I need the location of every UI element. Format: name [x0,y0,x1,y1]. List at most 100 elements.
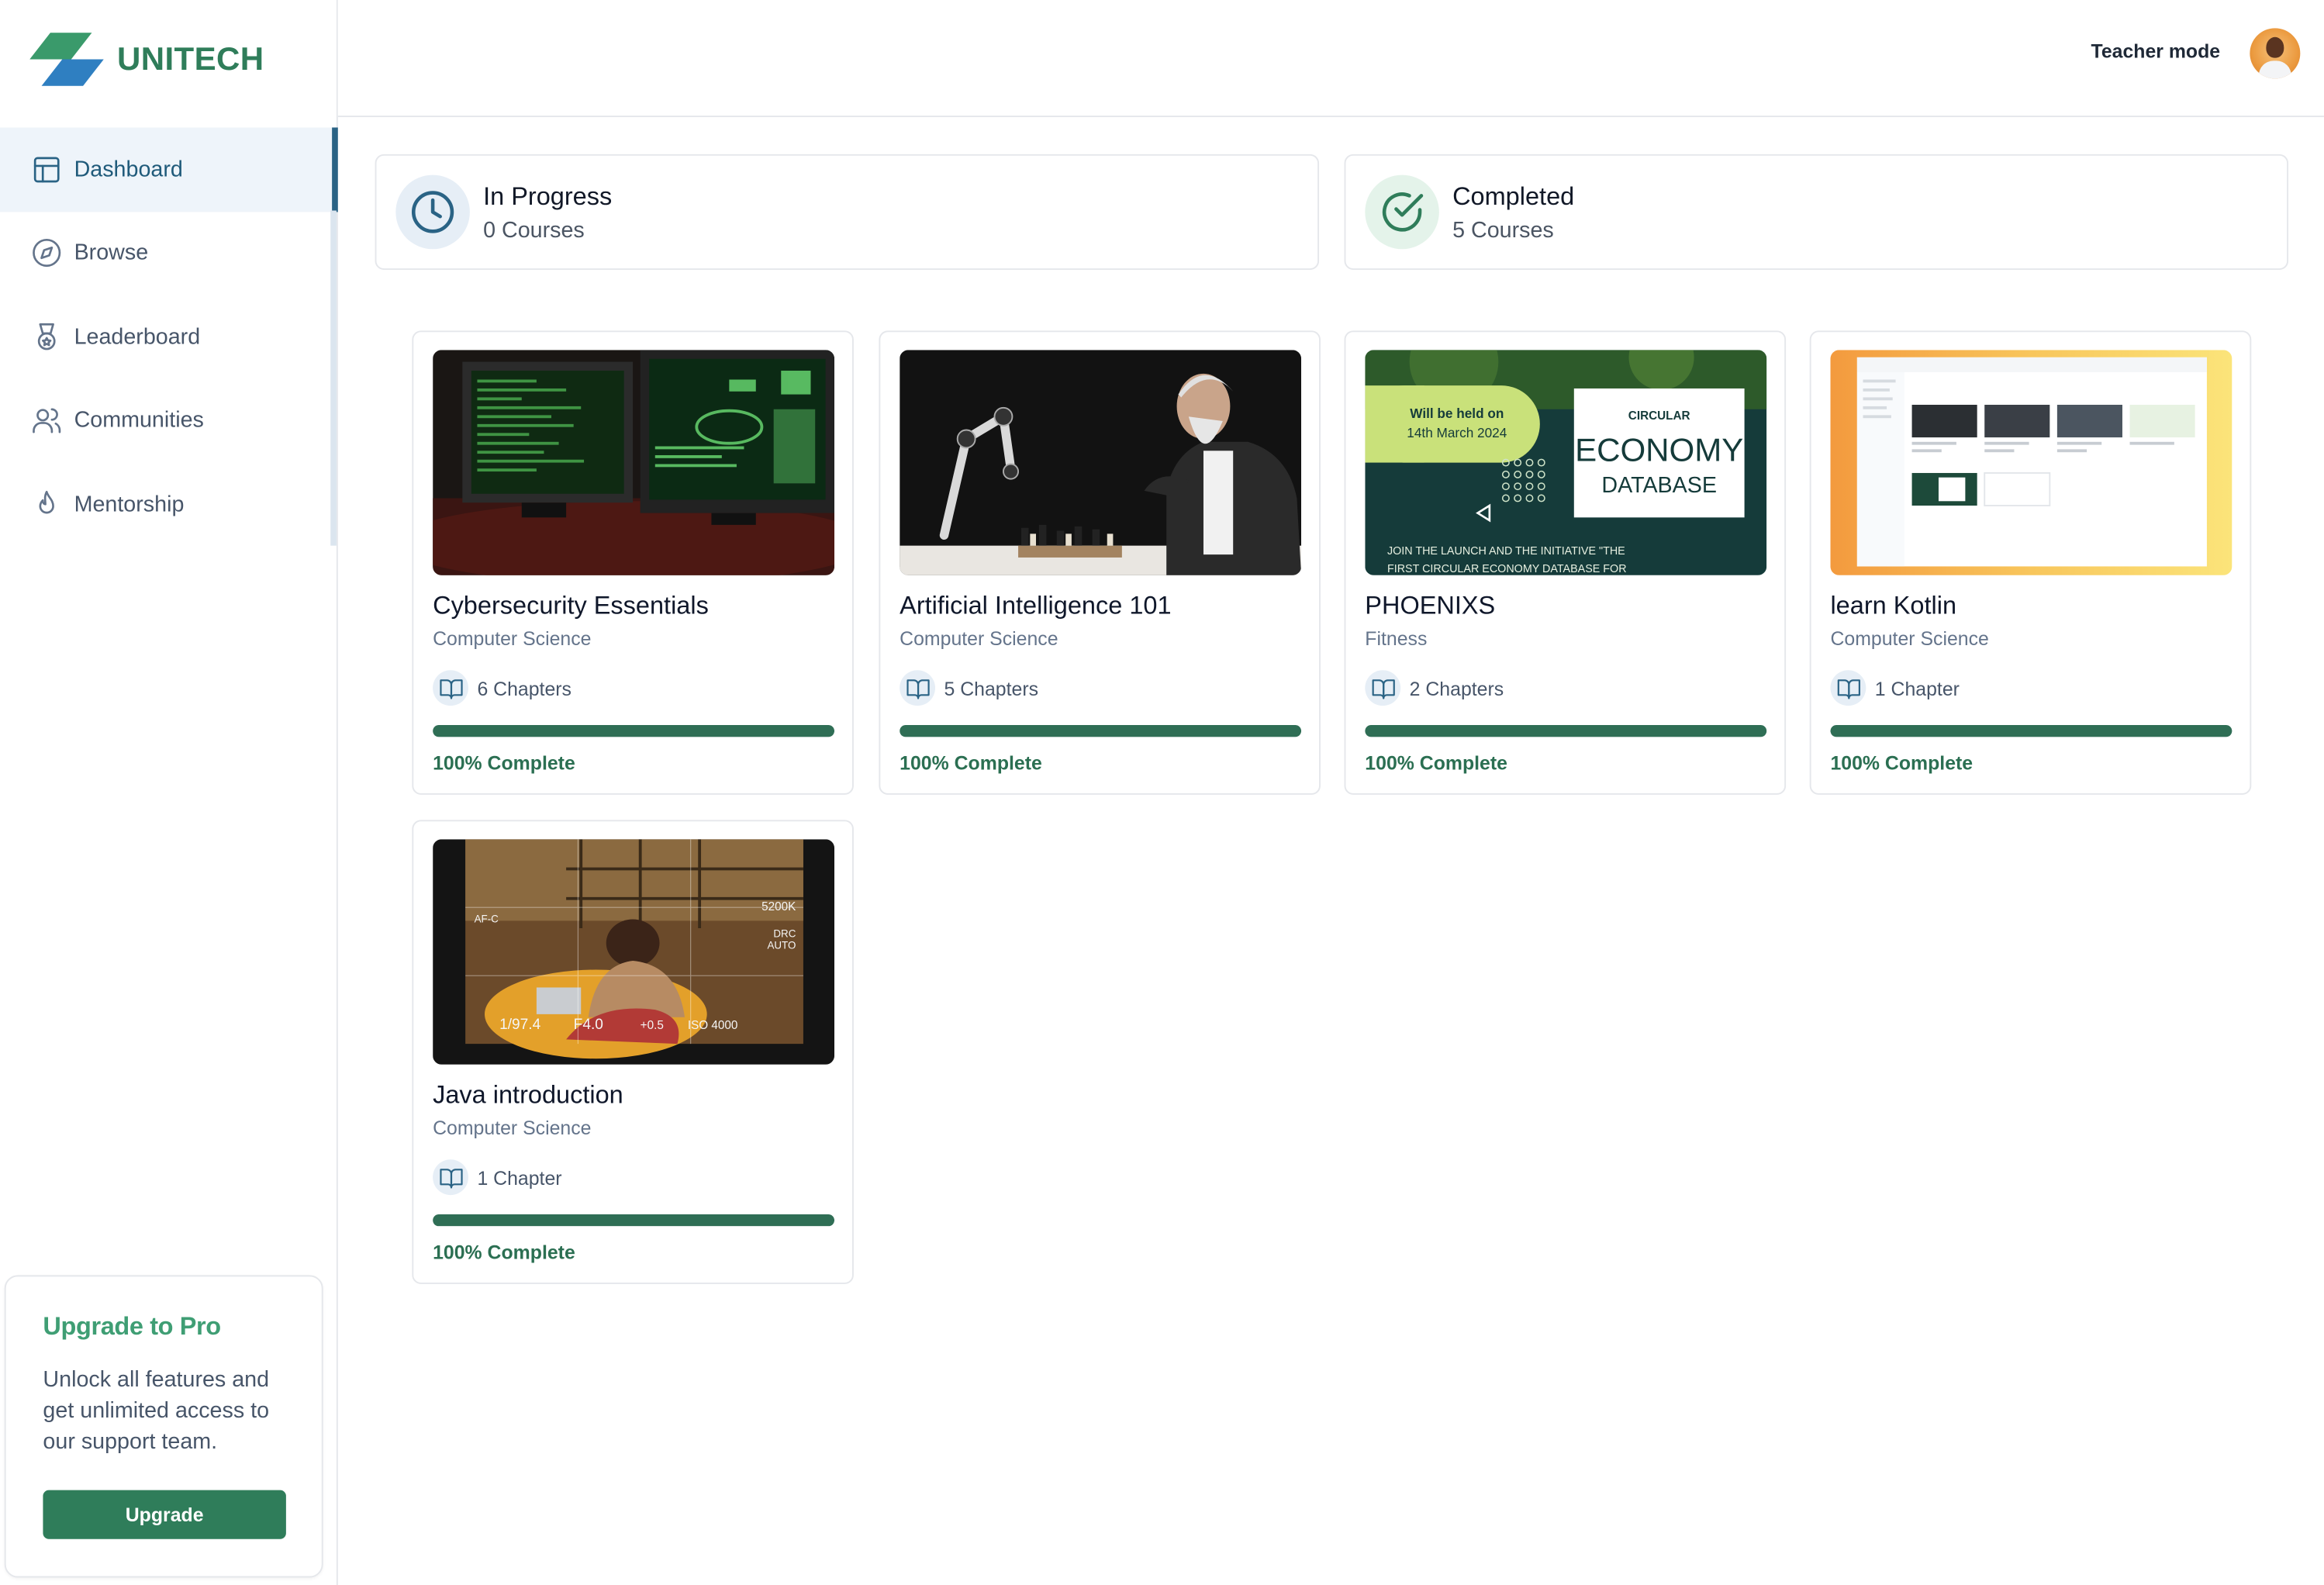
sidebar-item-browse[interactable]: Browse [0,211,338,295]
course-category: Computer Science [1830,627,1989,650]
thumb-afc: AF-C [475,913,499,924]
progress-fill [900,725,1302,737]
teacher-mode-link[interactable]: Teacher mode [2091,40,2220,63]
thumb-date-line1: Will be held on [1410,406,1504,421]
course-thumbnail [433,350,835,575]
sidebar-nav: Dashboard Browse Leaderboard Communities [0,127,338,546]
progress-fill [433,725,835,737]
progress-bar [900,725,1302,737]
chapter-count-label: 6 Chapters [477,676,572,699]
check-circle-icon [1365,174,1439,250]
upgrade-text: Unlock all features and get unlimited ac… [43,1366,270,1455]
chapter-count: 1 Chapter [1830,670,1960,706]
thumb-circular: CIRCULAR [1628,409,1690,423]
chapter-count-label: 2 Chapters [1409,676,1504,699]
medal-icon [29,320,62,353]
stat-title: In Progress [483,182,613,211]
sidebar-item-label: Mentorship [74,492,185,517]
course-card[interactable]: learn Kotlin Computer Science 1 Chapter … [1809,330,2252,795]
sidebar-item-dashboard[interactable]: Dashboard [0,127,338,212]
avatar[interactable] [2250,28,2301,79]
stat-count: 5 Courses [1452,218,1554,243]
course-category: Computer Science [433,627,592,650]
progress-bar [1830,725,2232,737]
thumb-drc: DRC [773,927,796,939]
thumb-iso: ISO 4000 [688,1019,738,1032]
progress-label: 100% Complete [900,751,1042,775]
progress-bar [1365,725,1767,737]
sidebar-item-leaderboard[interactable]: Leaderboard [0,295,338,379]
unitech-logo-icon [29,33,104,86]
course-title: Artificial Intelligence 101 [900,591,1172,620]
progress-label: 100% Complete [433,1241,575,1264]
book-icon [433,670,468,706]
brand-name: UNITECH [116,40,264,78]
completed-card: Completed 5 Courses [1344,154,2289,271]
top-header: Teacher mode [337,0,2324,118]
chapter-count-label: 1 Chapter [477,1165,562,1189]
layout-icon [29,153,62,185]
course-thumbnail [900,350,1302,575]
progress-bar [433,725,835,737]
progress-fill [1365,725,1767,737]
chapter-count: 1 Chapter [433,1159,562,1196]
thumb-auto: AUTO [767,940,796,951]
sidebar-item-label: Communities [74,408,204,433]
course-category: Computer Science [900,627,1058,650]
course-title: Cybersecurity Essentials [433,591,709,620]
upgrade-card: Upgrade to Pro Unlock all features and g… [4,1275,323,1578]
stat-count: 0 Courses [483,218,585,243]
sidebar-item-label: Leaderboard [74,324,201,350]
thumb-database: DATABASE [1601,473,1717,498]
users-icon [29,405,62,437]
clock-icon [395,174,470,250]
thumb-foot1: JOIN THE LAUNCH AND THE INITIATIVE "THE [1387,545,1625,558]
course-card[interactable]: 5200K DRC AUTO AF-C 1/97.4 F4.0 +0.5 ISO… [412,820,854,1284]
course-card[interactable]: Artificial Intelligence 101 Computer Sci… [879,330,1321,795]
thumb-ev: +0.5 [641,1019,664,1032]
progress-label: 100% Complete [1830,751,1974,775]
course-category: Computer Science [433,1116,592,1139]
course-thumbnail [1830,350,2232,575]
course-title: Java introduction [433,1080,623,1110]
thumb-foot2: FIRST CIRCULAR ECONOMY DATABASE FOR [1387,563,1627,575]
sidebar-item-label: Browse [74,240,149,266]
progress-fill [1830,725,2232,737]
book-icon [1830,670,1866,706]
book-icon [900,670,936,706]
chapter-count: 6 Chapters [433,670,572,706]
chapter-count-label: 1 Chapter [1874,676,1960,699]
progress-fill [433,1214,835,1227]
course-card[interactable]: Cybersecurity Essentials Computer Scienc… [412,330,854,795]
thumb-shutter: 1/97.4 [499,1017,540,1033]
stat-title: Completed [1452,182,1575,211]
course-thumbnail: Will be held on 14th March 2024 CIRCULAR… [1365,350,1767,575]
in-progress-card: In Progress 0 Courses [375,154,1320,271]
thumb-5200k: 5200K [761,900,796,913]
course-title: learn Kotlin [1830,591,1957,620]
compass-icon [29,237,62,269]
thumb-economy: ECONOMY [1575,432,1743,468]
progress-label: 100% Complete [433,751,575,775]
chapter-count-label: 5 Chapters [944,676,1039,699]
logo[interactable]: UNITECH [29,33,264,86]
upgrade-button[interactable]: Upgrade [43,1490,286,1539]
sidebar-item-mentorship[interactable]: Mentorship [0,463,338,547]
chapter-count: 2 Chapters [1365,670,1504,706]
chapter-count: 5 Chapters [900,670,1038,706]
upgrade-title: Upgrade to Pro [43,1312,221,1341]
book-icon [1365,670,1401,706]
progress-bar [433,1214,835,1227]
course-card[interactable]: Will be held on 14th March 2024 CIRCULAR… [1344,330,1787,795]
sidebar: UNITECH Dashboard Browse Leaderboard Com… [0,0,338,1585]
course-category: Fitness [1365,627,1428,650]
sidebar-item-communities[interactable]: Communities [0,379,338,463]
sidebar-item-label: Dashboard [74,157,183,182]
progress-label: 100% Complete [1365,751,1507,775]
flame-icon [29,489,62,521]
thumb-aperture: F4.0 [574,1017,603,1033]
thumb-date-line2: 14th March 2024 [1407,425,1507,440]
course-title: PHOENIXS [1365,591,1496,620]
sidebar-scroll-rail [330,210,337,546]
book-icon [433,1159,468,1196]
